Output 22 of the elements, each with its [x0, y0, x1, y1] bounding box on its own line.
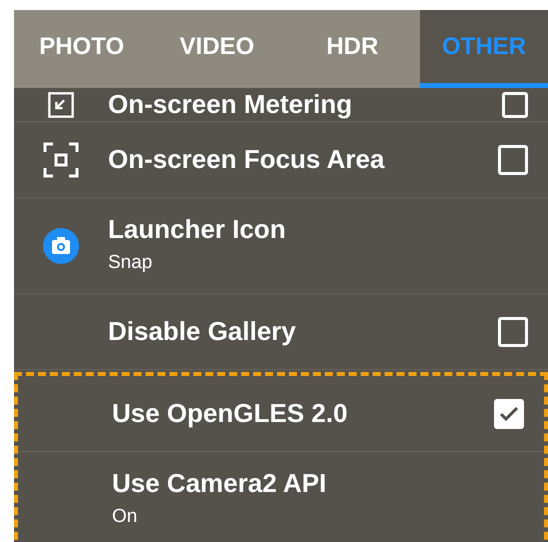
metering-icon [47, 90, 75, 118]
camera-icon [43, 228, 79, 264]
checkbox[interactable] [494, 398, 524, 428]
settings-row[interactable]: Use OpenGLES 2.0 [18, 376, 544, 452]
check-icon [500, 406, 518, 420]
setting-title: Use Camera2 API [112, 468, 326, 500]
settings-row[interactable]: Launcher Icon Snap [14, 198, 548, 294]
setting-title: On-screen Focus Area [108, 144, 384, 176]
settings-row[interactable]: On-screen Metering [14, 88, 548, 122]
settings-row[interactable]: On-screen Focus Area [14, 122, 548, 198]
setting-title: Use OpenGLES 2.0 [112, 398, 348, 430]
setting-title: Disable Gallery [108, 316, 296, 348]
checkbox[interactable] [502, 92, 528, 118]
settings-row[interactable]: Use Camera2 API On [18, 452, 544, 542]
setting-value: On [112, 505, 138, 530]
setting-value: Snap [108, 250, 154, 275]
settings-row[interactable]: Disable Gallery [14, 294, 548, 370]
checkbox[interactable] [498, 144, 528, 174]
setting-title: Launcher Icon [108, 214, 286, 245]
focus-icon [43, 142, 79, 178]
setting-title: On-screen Metering [108, 88, 352, 120]
checkbox[interactable] [498, 316, 528, 346]
